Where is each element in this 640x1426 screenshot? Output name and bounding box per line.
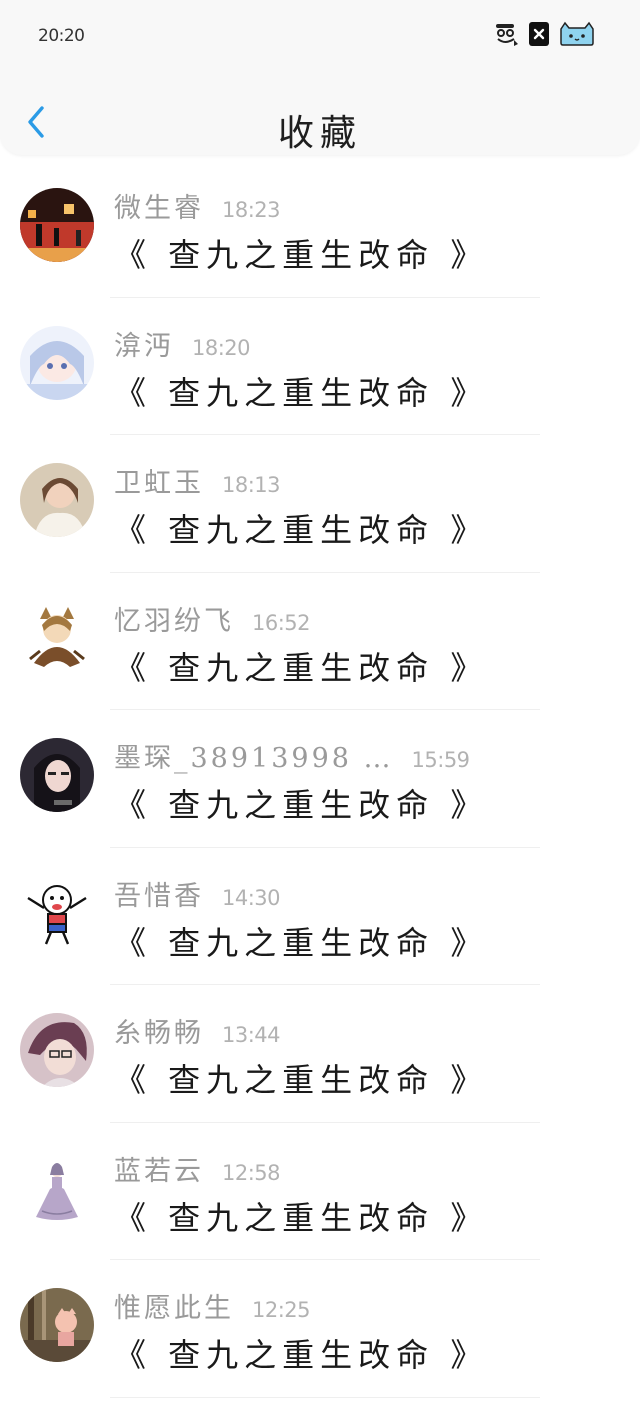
- item-header: 惟愿此生 12:25: [114, 1286, 311, 1325]
- user-name: 惟愿此生: [114, 1293, 234, 1324]
- avatar[interactable]: [20, 1013, 94, 1087]
- avatar[interactable]: [20, 325, 94, 400]
- item-time: 13:44: [222, 1023, 281, 1047]
- item-time: 15:59: [411, 748, 471, 772]
- list-item[interactable]: 渰沔 18:20 《 查九之重生改命 》: [0, 298, 640, 435]
- avatar[interactable]: [20, 875, 94, 950]
- user-name: 渰沔: [114, 330, 174, 362]
- avatar[interactable]: [20, 463, 94, 537]
- status-icons: [492, 20, 596, 48]
- user-name: 墨琛_38913998 …: [114, 743, 394, 774]
- page-title: 收藏: [277, 113, 362, 154]
- item-message: 《 查九之重生改命 》: [114, 1061, 489, 1099]
- close-box-icon: [528, 21, 550, 47]
- avatar[interactable]: [20, 738, 94, 812]
- item-header: 吾惜香 14:30: [114, 874, 281, 913]
- item-message: 《 查九之重生改命 》: [114, 923, 489, 962]
- item-message: 《 查九之重生改命 》: [114, 236, 489, 274]
- favorites-list: 微生睿 18:23 《 查九之重生改命 》 渰沔 18:20 《 查九之重生改命…: [0, 160, 640, 1398]
- cat-icon: [558, 21, 596, 47]
- item-message: 《 查九之重生改命 》: [114, 373, 489, 412]
- list-item[interactable]: 吾惜香 14:30 《 查九之重生改命 》: [0, 848, 640, 985]
- list-item[interactable]: 卫虹玉 18:13 《 查九之重生改命 》: [0, 435, 640, 573]
- divider: [110, 1396, 540, 1398]
- item-header: 蓝若云 12:58: [114, 1149, 281, 1188]
- list-item[interactable]: 忆羽纷飞 16:52 《 查九之重生改命 》: [0, 573, 640, 710]
- item-time: 16:52: [252, 610, 311, 635]
- user-name: 糸畅畅: [114, 1018, 204, 1049]
- avatar[interactable]: [20, 600, 94, 675]
- list-item[interactable]: 微生睿 18:23 《 查九之重生改命 》: [0, 160, 640, 298]
- list-item[interactable]: 墨琛_38913998 … 15:59 《 查九之重生改命 》: [0, 710, 640, 848]
- item-header: 渰沔 18:20: [114, 324, 251, 363]
- item-header: 忆羽纷飞 16:52: [114, 599, 311, 638]
- avatar[interactable]: [20, 188, 94, 262]
- item-message: 《 查九之重生改命 》: [114, 1198, 489, 1237]
- item-time: 14:30: [222, 885, 281, 910]
- item-time: 18:20: [192, 335, 251, 360]
- user-name: 微生睿: [114, 193, 204, 224]
- notification-icon: [492, 20, 520, 48]
- screen: 20:20 收藏 微生睿 18:23 《 查九之重生改命 》 渰沔 18:20 …: [0, 0, 640, 1426]
- user-name: 忆羽纷飞: [114, 605, 234, 637]
- item-message: 《 查九之重生改命 》: [114, 1336, 489, 1374]
- list-item[interactable]: 蓝若云 12:58 《 查九之重生改命 》: [0, 1123, 640, 1260]
- list-item[interactable]: 糸畅畅 13:44 《 查九之重生改命 》: [0, 985, 640, 1123]
- user-name: 吾惜香: [114, 880, 204, 912]
- avatar[interactable]: [20, 1150, 94, 1225]
- item-message: 《 查九之重生改命 》: [114, 786, 489, 824]
- item-header: 墨琛_38913998 … 15:59: [114, 736, 470, 775]
- item-time: 12:58: [222, 1160, 281, 1185]
- item-message: 《 查九之重生改命 》: [114, 511, 489, 549]
- item-header: 微生睿 18:23: [114, 186, 281, 225]
- user-name: 蓝若云: [114, 1155, 204, 1187]
- item-message: 《 查九之重生改命 》: [114, 648, 489, 687]
- item-header: 糸畅畅 13:44: [114, 1011, 281, 1050]
- header: 20:20 收藏: [0, 0, 640, 155]
- list-item[interactable]: 惟愿此生 12:25 《 查九之重生改命 》: [0, 1260, 640, 1398]
- item-time: 12:25: [252, 1298, 311, 1322]
- item-time: 18:13: [222, 473, 281, 497]
- status-time: 20:20: [38, 26, 85, 46]
- item-time: 18:23: [222, 198, 281, 222]
- user-name: 卫虹玉: [114, 468, 204, 499]
- avatar[interactable]: [20, 1288, 94, 1362]
- item-header: 卫虹玉 18:13: [114, 461, 281, 500]
